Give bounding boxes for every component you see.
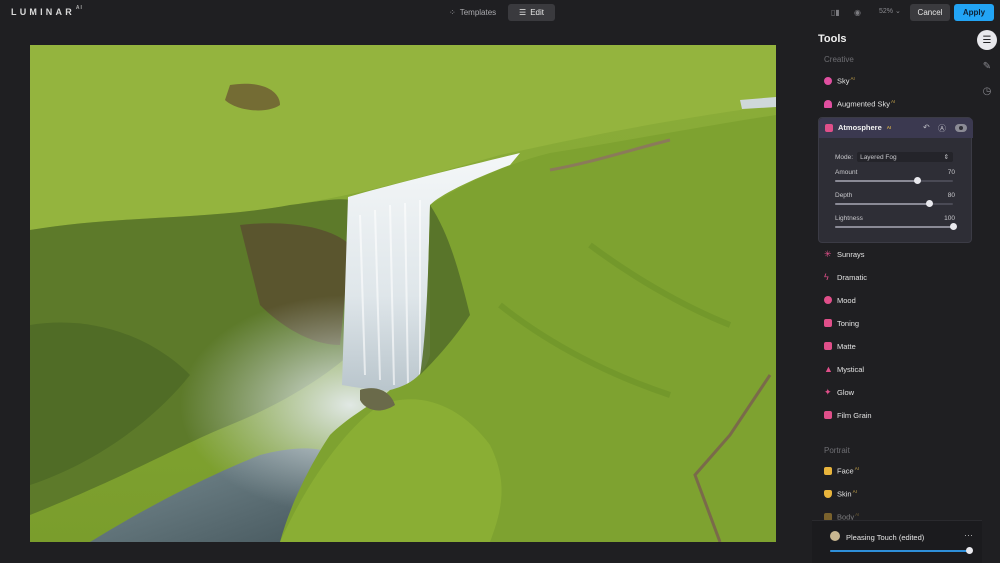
lightness-value: 100	[944, 215, 955, 222]
face-icon	[824, 467, 832, 475]
panel-title: Tools	[818, 33, 847, 45]
tab-templates[interactable]: ⁘ Templates	[445, 4, 503, 21]
photo-canvas[interactable]	[30, 45, 776, 542]
tool-label: Mood	[837, 295, 856, 305]
glow-icon: ✦	[824, 387, 832, 397]
tab-edit-label: Edit	[530, 8, 544, 17]
amount-label: Amount	[835, 169, 858, 176]
tool-dramatic[interactable]: ϟ Dramatic	[824, 270, 974, 284]
mode-row: Mode: Layered Fog ⇕	[835, 152, 954, 162]
section-creative: Creative	[824, 55, 854, 64]
mode-label: Mode:	[835, 153, 854, 161]
sky-icon	[824, 77, 832, 85]
sliders-icon: ☰	[519, 8, 527, 17]
compare-icon[interactable]: ▯▮	[831, 8, 840, 17]
chevron-down-icon: ⌄	[894, 8, 901, 15]
tool-film-grain[interactable]: Film Grain	[824, 408, 974, 422]
apply-button[interactable]: Apply	[954, 4, 994, 21]
depth-value: 80	[947, 192, 955, 199]
preset-name: Pleasing Touch (edited)	[846, 533, 925, 542]
tool-label: SkinAI	[837, 489, 857, 499]
tool-label: Sunrays	[837, 249, 865, 259]
matte-icon	[824, 342, 832, 350]
amount-fill	[835, 180, 918, 182]
tool-label: Glow	[837, 387, 855, 397]
lightness-knob[interactable]	[949, 223, 957, 230]
tools-panel: Tools Creative SkyAI Augmented SkyAI Atm…	[810, 25, 976, 563]
augmented-sky-icon	[824, 100, 832, 108]
film-grain-icon	[824, 411, 832, 419]
tool-skin[interactable]: SkinAI	[824, 487, 974, 501]
cancel-button[interactable]: Cancel	[910, 4, 950, 21]
preset-bar: Pleasing Touch (edited) ···	[812, 520, 982, 563]
history-clock-icon[interactable]: ◷	[977, 81, 997, 101]
lightness-slider[interactable]	[835, 223, 957, 230]
depth-knob[interactable]	[925, 200, 933, 207]
visibility-toggle-icon[interactable]	[955, 124, 967, 132]
tool-matte[interactable]: Matte	[824, 339, 974, 353]
tool-mood[interactable]: Mood	[824, 293, 974, 307]
amount-slider[interactable]	[835, 177, 953, 184]
tool-label: Matte	[837, 341, 856, 351]
preset-amount-fill	[830, 550, 970, 552]
tool-label: Augmented SkyAI	[837, 99, 896, 109]
preset-thumbnail	[830, 531, 840, 541]
mode-select[interactable]: Layered Fog ⇕	[857, 152, 954, 162]
tools-sliders-icon[interactable]: ☰	[977, 30, 997, 50]
preset-amount-knob[interactable]	[966, 547, 973, 554]
section-portrait: Portrait	[824, 446, 850, 455]
templates-icon: ⁘	[449, 8, 456, 17]
atmosphere-icon	[825, 123, 833, 132]
tool-label: SkyAI	[837, 76, 855, 86]
lightness-label: Lightness	[835, 215, 863, 222]
tab-edit[interactable]: ☰ Edit	[508, 4, 555, 21]
atmosphere-card: Atmosphere AI ↶ Ⓐ Mode: Layered Fog ⇕ Amo…	[818, 117, 973, 243]
undo-icon[interactable]: ↶	[923, 123, 930, 132]
toning-icon	[824, 319, 832, 327]
tool-label: Dramatic	[837, 272, 868, 282]
skin-icon	[824, 490, 832, 498]
sunrays-icon: ✳	[824, 249, 832, 259]
lightness-fill	[835, 226, 953, 228]
tool-toning[interactable]: Toning	[824, 316, 974, 330]
amount-value: 70	[947, 169, 955, 176]
tool-label: Mystical	[837, 364, 865, 374]
mystical-icon: ▲	[824, 364, 833, 374]
tool-label: FaceAI	[837, 466, 859, 476]
top-bar: LUMINARAI ⁘ Templates ☰ Edit ▯▮ ◉ 52% ⌄ …	[0, 0, 1000, 25]
tool-sky[interactable]: SkyAI	[824, 74, 974, 88]
depth-fill	[835, 203, 930, 205]
app-logo: LUMINARAI	[11, 5, 83, 17]
zoom-dropdown[interactable]: 52% ⌄	[879, 7, 901, 15]
tool-mystical[interactable]: ▲ Mystical	[824, 362, 974, 376]
dramatic-icon: ϟ	[824, 272, 829, 282]
atmosphere-title: Atmosphere AI	[825, 123, 891, 132]
more-options-icon[interactable]: ···	[964, 530, 973, 540]
tool-label: Film Grain	[837, 410, 872, 420]
atmosphere-header[interactable]: Atmosphere AI ↶ Ⓐ	[819, 118, 973, 138]
tool-face[interactable]: FaceAI	[824, 464, 974, 478]
amount-knob[interactable]	[914, 177, 922, 184]
tool-label: Toning	[837, 318, 860, 328]
mood-icon	[824, 296, 832, 304]
brush-icon[interactable]: ✎	[977, 56, 997, 76]
auto-icon[interactable]: Ⓐ	[938, 123, 946, 134]
waterfall-photo	[30, 45, 776, 542]
depth-slider[interactable]	[835, 200, 953, 207]
tool-glow[interactable]: ✦ Glow	[824, 385, 974, 399]
tool-sunrays[interactable]: ✳ Sunrays	[824, 247, 974, 261]
preview-eye-icon[interactable]: ◉	[854, 8, 861, 17]
tool-augmented-sky[interactable]: Augmented SkyAI	[824, 97, 974, 111]
tab-templates-label: Templates	[459, 8, 497, 17]
preset-amount-slider[interactable]	[830, 547, 973, 554]
depth-label: Depth	[835, 192, 853, 199]
chevron-updown-icon: ⇕	[943, 154, 950, 161]
